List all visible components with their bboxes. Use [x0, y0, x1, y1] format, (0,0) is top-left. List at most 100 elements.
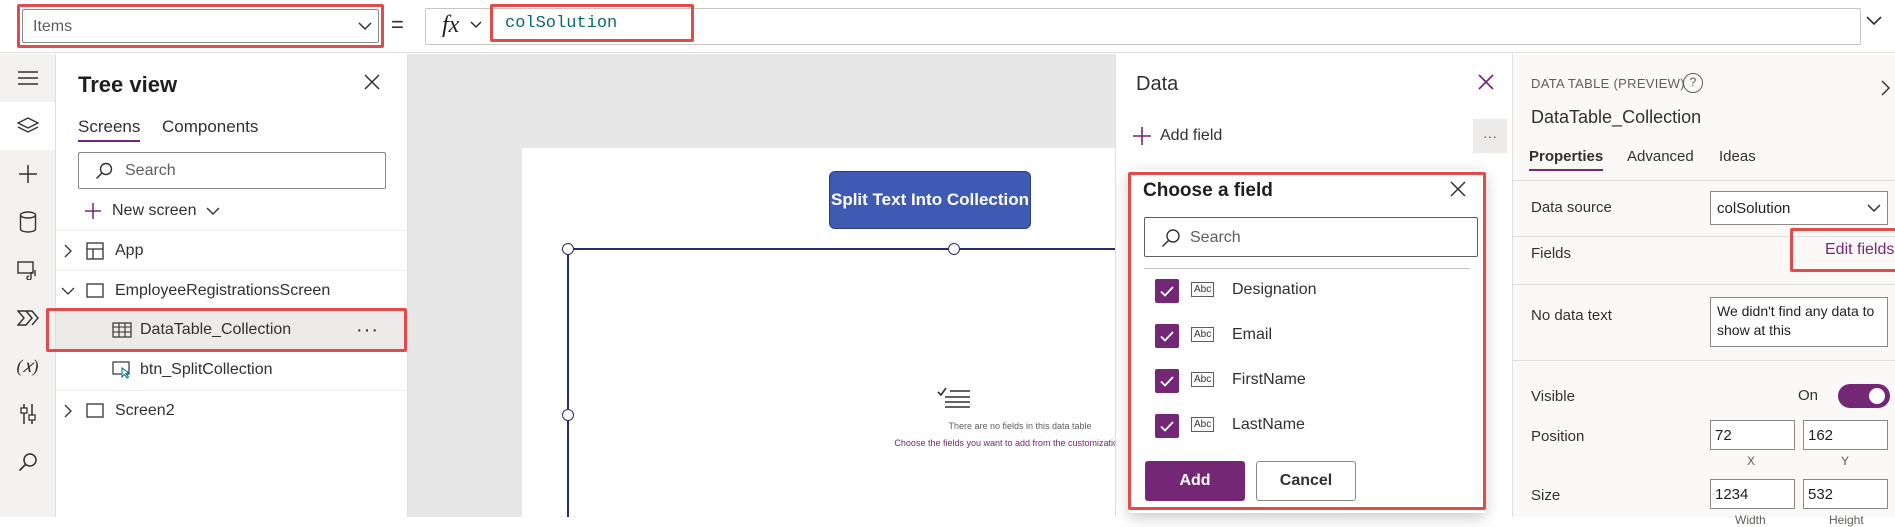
data-panel-title: Data	[1136, 73, 1179, 95]
checkbox-checked[interactable]	[1155, 369, 1179, 393]
text-type-icon: Abc	[1191, 327, 1215, 342]
tree-view-layers-icon[interactable]	[0, 102, 55, 150]
text-type-icon: Abc	[1191, 282, 1215, 297]
cancel-button[interactable]: Cancel	[1256, 461, 1356, 501]
tab-components[interactable]: Components	[162, 117, 258, 137]
power-automate-icon[interactable]	[0, 294, 55, 342]
field-search-input[interactable]: Search	[1144, 217, 1478, 257]
data-table-control[interactable]	[567, 248, 1115, 517]
tree-item-app[interactable]: App	[56, 230, 407, 270]
tree-item-screen2[interactable]: Screen2	[56, 390, 407, 430]
field-option-firstname[interactable]: Abc FirstName	[1155, 366, 1306, 396]
resize-handle[interactable]	[948, 243, 960, 255]
y-label: Y	[1841, 454, 1850, 468]
property-dropdown[interactable]: Items	[22, 9, 379, 43]
checkbox-checked[interactable]	[1155, 414, 1179, 438]
screen-icon	[86, 403, 104, 418]
formula-input[interactable]	[425, 8, 1861, 45]
plus-icon	[1133, 127, 1151, 145]
position-x-input[interactable]: 72	[1710, 420, 1795, 450]
new-screen-button[interactable]: New screen	[84, 202, 220, 220]
data-cylinder-icon[interactable]	[0, 198, 55, 246]
tree-view-title: Tree view	[78, 72, 178, 97]
tab-screens[interactable]: Screens	[78, 117, 141, 142]
x-label: X	[1747, 454, 1756, 468]
close-icon[interactable]	[1450, 181, 1466, 197]
tree-item-label: App	[115, 241, 144, 259]
visible-label: Visible	[1531, 388, 1575, 405]
data-source-dropdown[interactable]: colSolution	[1710, 191, 1888, 225]
close-icon[interactable]	[1478, 74, 1494, 90]
help-icon[interactable]: ?	[1683, 73, 1703, 93]
tab-ideas[interactable]: Ideas	[1719, 148, 1756, 165]
left-rail: (𝑥)	[0, 54, 56, 517]
position-y-input[interactable]: 162	[1803, 420, 1888, 450]
no-data-text-label: No data text	[1531, 307, 1612, 324]
add-button[interactable]: Add	[1145, 461, 1245, 501]
chevron-down-icon[interactable]	[470, 21, 482, 29]
expand-formula-chevron-icon[interactable]	[1866, 16, 1882, 26]
fields-label: Fields	[1531, 245, 1572, 262]
tree-item-label: DataTable_Collection	[140, 321, 292, 338]
position-label: Position	[1531, 428, 1585, 445]
variables-icon[interactable]: (𝑥)	[0, 342, 55, 390]
control-type-label: DATA TABLE (PREVIEW)	[1531, 76, 1685, 91]
search-placeholder: Search	[125, 162, 176, 179]
tab-advanced[interactable]: Advanced	[1627, 148, 1694, 165]
search-icon	[1161, 229, 1180, 248]
collapse-chevron-icon[interactable]	[1881, 80, 1891, 96]
more-options-button[interactable]: ···	[356, 319, 379, 342]
data-source-value: colSolution	[1717, 200, 1791, 217]
tree-item-employee-registrations-screen[interactable]: EmployeeRegistrationsScreen	[56, 270, 407, 310]
chevron-right-icon[interactable]	[64, 404, 72, 418]
toggle-knob	[1869, 388, 1885, 404]
text-type-icon: Abc	[1191, 417, 1215, 432]
insert-plus-icon[interactable]	[0, 150, 55, 198]
add-field-label: Add field	[1160, 127, 1223, 144]
data-table-icon	[112, 322, 132, 338]
properties-panel: DATA TABLE (PREVIEW) ? DataTable_Collect…	[1512, 54, 1895, 527]
search-icon[interactable]	[0, 438, 55, 486]
field-option-designation[interactable]: Abc Designation	[1155, 276, 1317, 306]
control-name: DataTable_Collection	[1531, 107, 1702, 127]
chevron-right-icon[interactable]	[64, 244, 72, 258]
field-option-email[interactable]: Abc Email	[1155, 321, 1272, 351]
formula-text[interactable]: colSolution	[505, 14, 617, 33]
tree-item-label: btn_SplitCollection	[140, 361, 273, 378]
tree-item-label: Screen2	[115, 401, 175, 419]
tree-item-datatable-collection[interactable]: DataTable_Collection ···	[56, 310, 407, 350]
chevron-down-icon[interactable]	[61, 287, 75, 295]
height-input[interactable]: 532	[1803, 479, 1888, 509]
search-placeholder: Search	[1190, 229, 1241, 246]
width-input[interactable]: 1234	[1710, 479, 1795, 509]
more-options-button[interactable]: ···	[1473, 119, 1507, 153]
checkbox-checked[interactable]	[1155, 279, 1179, 303]
tab-properties[interactable]: Properties	[1529, 148, 1604, 171]
split-text-button[interactable]: Split Text Into Collection	[829, 171, 1031, 229]
field-option-lastname[interactable]: Abc LastName	[1155, 411, 1305, 441]
advanced-tools-icon[interactable]	[0, 390, 55, 438]
fx-icon[interactable]: fx	[442, 12, 459, 39]
app-icon	[86, 241, 104, 260]
visible-toggle[interactable]	[1838, 384, 1890, 408]
checkbox-checked[interactable]	[1155, 324, 1179, 348]
resize-handle[interactable]	[562, 243, 574, 255]
tree-item-label: EmployeeRegistrationsScreen	[115, 281, 331, 299]
add-field-button[interactable]: Add field	[1132, 126, 1222, 146]
edit-fields-link[interactable]: Edit fields	[1825, 241, 1894, 259]
size-label: Size	[1531, 487, 1561, 504]
resize-handle[interactable]	[562, 409, 574, 421]
data-source-label: Data source	[1531, 199, 1612, 216]
field-name: FirstName	[1232, 371, 1306, 388]
media-icon[interactable]	[0, 246, 55, 294]
new-screen-label: New screen	[112, 202, 197, 219]
no-data-text-input[interactable]: We didn't find any data to show at this	[1710, 297, 1888, 347]
field-name: Designation	[1232, 281, 1317, 298]
formula-bar: Items = fx colSolution	[0, 0, 1895, 53]
screen-icon	[86, 283, 104, 298]
tree-item-btn-split-collection[interactable]: btn_SplitCollection	[56, 350, 407, 390]
close-icon[interactable]	[364, 74, 380, 90]
tree-search-input[interactable]: Search	[78, 152, 386, 189]
hamburger-menu-icon[interactable]	[0, 54, 55, 102]
checklist-icon	[937, 387, 970, 408]
